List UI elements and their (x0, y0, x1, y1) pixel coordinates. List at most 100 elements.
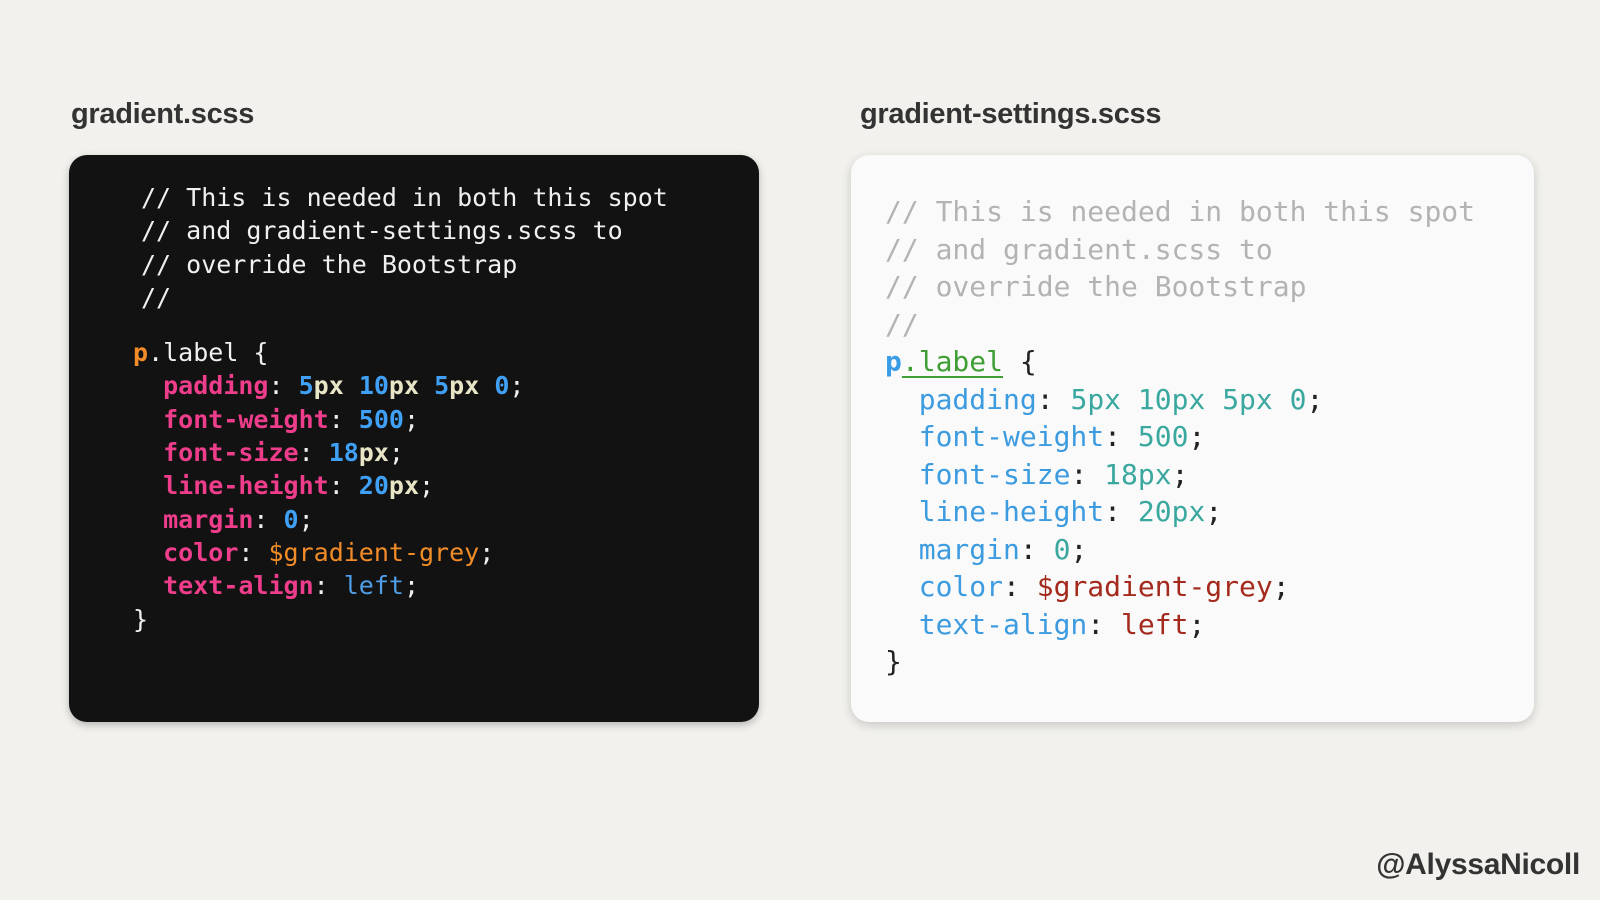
css-value-token: 5 (298, 371, 314, 401)
css-value-token: px (358, 438, 389, 468)
css-value-token: px (1239, 382, 1273, 416)
code-comment: // and gradient-settings.scss to (141, 216, 623, 246)
declaration-line: text-align: left; (133, 569, 668, 602)
comment-line: // This is needed in both this spot (133, 181, 668, 214)
close-brace: } (885, 645, 902, 678)
css-value-token: 500 (358, 404, 404, 434)
colon: : (328, 404, 359, 434)
colon: : (1003, 570, 1037, 603)
comment-line: // (885, 306, 1475, 344)
semicolon: ; (1188, 607, 1206, 641)
css-value-token: px (449, 371, 480, 401)
declaration-line: padding: 5px 10px 5px 0; (133, 369, 668, 402)
selector-tag: p (885, 345, 902, 378)
light-code-block: // This is needed in both this spot // an… (885, 193, 1475, 681)
semicolon: ; (1188, 420, 1206, 453)
declaration-line: line-height: 20px; (133, 469, 668, 502)
semicolon: ; (1205, 495, 1223, 528)
css-property: font-size (163, 438, 299, 468)
css-value-token: 500 (1137, 420, 1189, 453)
declaration-line: font-size: 18px; (133, 436, 668, 469)
css-value-token: $gradient-grey (268, 537, 480, 567)
code-comment: // This is needed in both this spot (141, 183, 668, 212)
css-value-token (344, 371, 359, 400)
semicolon: ; (298, 504, 314, 534)
semicolon: ; (479, 537, 495, 567)
code-comment: // (141, 282, 172, 312)
css-value-token (1121, 383, 1138, 416)
declaration-line: font-weight: 500; (133, 403, 668, 436)
code-comment: // (885, 307, 919, 341)
colon: : (268, 371, 299, 401)
css-property: line-height (163, 471, 329, 501)
comment-line: // and gradient.scss to (885, 231, 1475, 269)
css-property: font-weight (918, 420, 1105, 453)
declaration-line: line-height: 20px; (885, 493, 1475, 531)
semicolon: ; (1171, 457, 1189, 491)
left-file-title: gradient.scss (71, 98, 255, 130)
closing-line: } (885, 643, 1475, 681)
css-value-token: 5 (1222, 382, 1240, 416)
comment-line: // override the Bootstrap (885, 268, 1475, 306)
css-property: padding (918, 382, 1037, 416)
open-brace: { (238, 338, 269, 368)
css-value-token (1205, 383, 1222, 416)
selector-class: .label (901, 345, 1004, 378)
css-property: color (918, 570, 1004, 603)
colon: : (253, 504, 284, 534)
comment-line: // override the Bootstrap (133, 248, 668, 281)
css-property: font-weight (163, 404, 329, 434)
semicolon: ; (403, 571, 420, 601)
dark-code-panel: // This is needed in both this spot // an… (69, 155, 759, 722)
declaration-line: color: $gradient-grey; (885, 568, 1475, 606)
css-property: text-align (163, 571, 314, 601)
declaration-line: margin: 0; (885, 531, 1475, 569)
declaration-line: padding: 5px 10px 5px 0; (885, 381, 1475, 419)
css-value-token (419, 371, 434, 400)
css-value-token: px (1137, 457, 1172, 491)
css-value-token: 5 (1070, 382, 1088, 416)
semicolon: ; (1306, 382, 1324, 416)
colon: : (238, 537, 269, 567)
css-value-token: px (1171, 495, 1206, 528)
css-property: margin (918, 532, 1020, 566)
css-property: padding (163, 371, 269, 401)
colon: : (1104, 495, 1138, 528)
comment-line: // and gradient-settings.scss to (133, 214, 668, 247)
selector-line: p.label { (133, 336, 668, 369)
colon: : (1036, 382, 1071, 416)
code-comment: // override the Bootstrap (885, 270, 1307, 303)
semicolon: ; (1272, 570, 1290, 603)
css-value-token: 20 (358, 471, 389, 501)
css-value-token: 0 (494, 371, 510, 401)
css-value-token: px (313, 371, 344, 401)
author-handle: @AlyssaNicoll (1376, 848, 1580, 881)
semicolon: ; (403, 404, 420, 434)
close-brace: } (133, 604, 149, 634)
comment-line: // (133, 281, 668, 314)
declaration-line: margin: 0; (133, 503, 668, 536)
css-value-token: px (1087, 382, 1122, 416)
colon: : (313, 571, 344, 601)
semicolon: ; (388, 438, 404, 468)
right-file-title: gradient-settings.scss (860, 98, 1162, 130)
css-property: margin (163, 504, 254, 534)
css-value-token: 10 (358, 371, 389, 401)
colon: : (328, 471, 359, 501)
declaration-line: font-weight: 500; (885, 418, 1475, 456)
selector-class: .label (148, 338, 239, 368)
open-brace: { (1003, 345, 1037, 378)
semicolon: ; (1070, 532, 1088, 566)
css-value-token: 10 (1137, 382, 1172, 416)
css-value-token: left (1121, 607, 1189, 641)
semicolon: ; (419, 471, 435, 501)
css-value-token: 0 (1053, 532, 1071, 566)
selector-line: p.label { (885, 343, 1475, 381)
css-property: line-height (918, 495, 1105, 528)
colon: : (298, 438, 329, 468)
css-property: color (163, 537, 239, 567)
declaration-line: font-size: 18px; (885, 456, 1475, 494)
css-value-token: 0 (283, 504, 299, 534)
css-value-token: 18 (1104, 457, 1138, 491)
css-value-token (479, 371, 494, 400)
